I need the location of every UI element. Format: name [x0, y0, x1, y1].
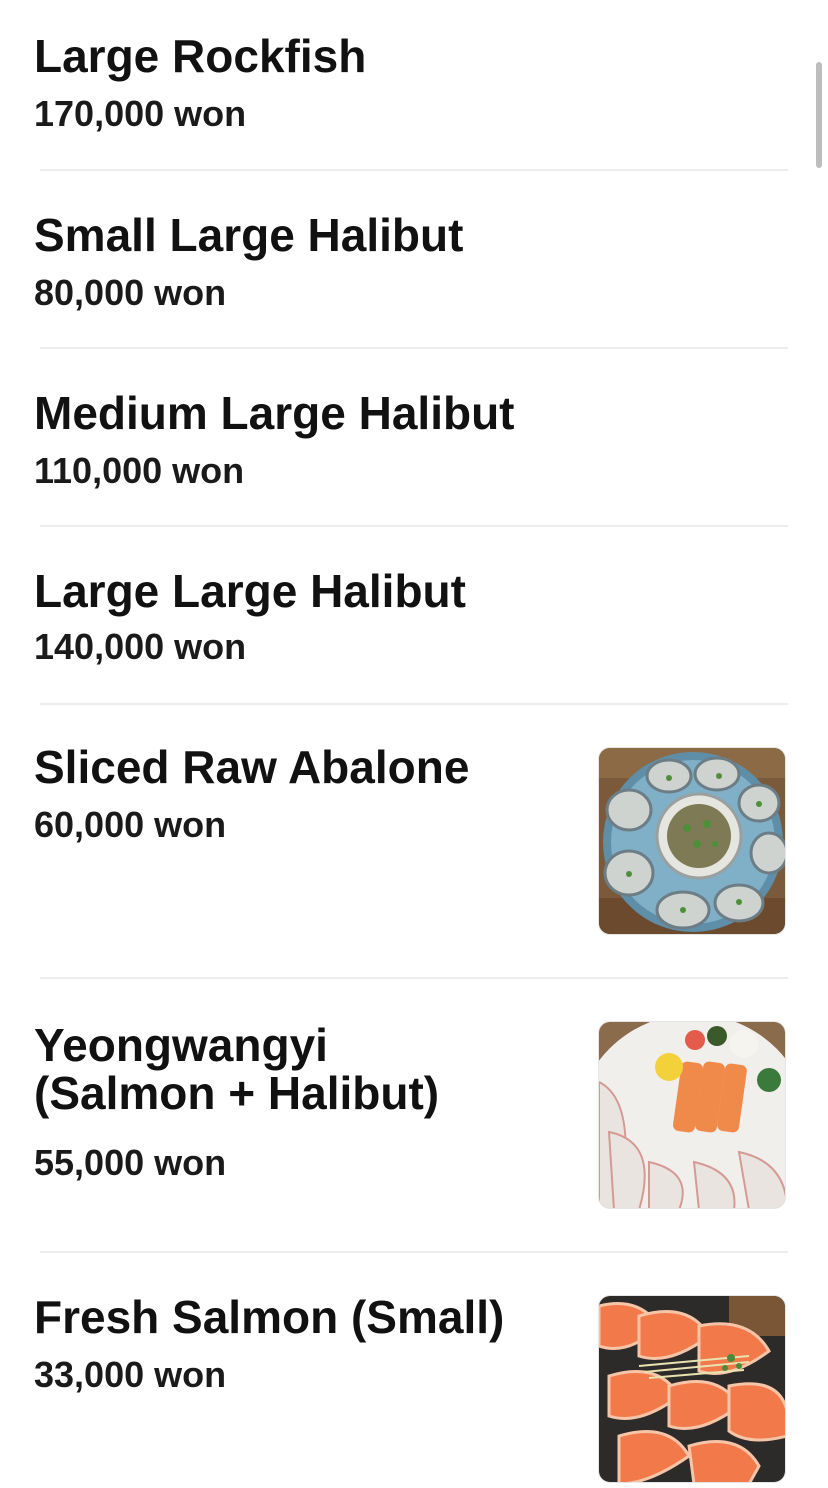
salmon-halibut-sashimi-image: [599, 1022, 785, 1208]
item-name: Large Large Halibut: [34, 565, 466, 617]
item-name: Yeongwangyi (Salmon + Halibut): [34, 1019, 440, 1119]
menu-item-large-rockfish[interactable]: Large Rockfish 170,000 won: [0, 0, 828, 170]
menu-list: Large Rockfish 170,000 won Small Large H…: [0, 0, 828, 1488]
item-price: 33,000 won: [34, 1354, 227, 1395]
item-price: 80,000 won: [34, 272, 227, 313]
salmon-sashimi-image: [599, 1296, 785, 1482]
menu-item-fresh-salmon-small[interactable]: Fresh Salmon (Small) 33,000 won: [0, 1253, 828, 1488]
menu-item-small-large-halibut[interactable]: Small Large Halibut 80,000 won: [0, 171, 828, 347]
salmon-sashimi-photo[interactable]: [598, 1295, 786, 1483]
menu-item-medium-large-halibut[interactable]: Medium Large Halibut 110,000 won: [0, 349, 828, 525]
item-name: Fresh Salmon (Small): [34, 1291, 505, 1343]
abalone-platter-image: [599, 748, 785, 934]
salmon-halibut-sashimi-photo[interactable]: [598, 1021, 786, 1209]
item-name: Medium Large Halibut: [34, 387, 515, 439]
abalone-platter-photo[interactable]: [598, 747, 786, 935]
item-name: Small Large Halibut: [34, 209, 464, 261]
item-name: Large Rockfish: [34, 30, 367, 82]
item-price: 60,000 won: [34, 804, 227, 845]
menu-item-large-large-halibut[interactable]: Large Large Halibut 140,000 won: [0, 527, 828, 703]
menu-item-sliced-raw-abalone[interactable]: Sliced Raw Abalone 60,000 won: [0, 705, 828, 977]
item-price: 140,000 won: [34, 626, 247, 667]
item-name: Sliced Raw Abalone: [34, 741, 470, 793]
menu-item-yeongwangyi[interactable]: Yeongwangyi (Salmon + Halibut) 55,000 wo…: [0, 979, 828, 1251]
item-price: 110,000 won: [34, 450, 245, 491]
item-price: 55,000 won: [34, 1142, 227, 1183]
scrollbar[interactable]: [816, 62, 822, 168]
item-price: 170,000 won: [34, 93, 247, 134]
